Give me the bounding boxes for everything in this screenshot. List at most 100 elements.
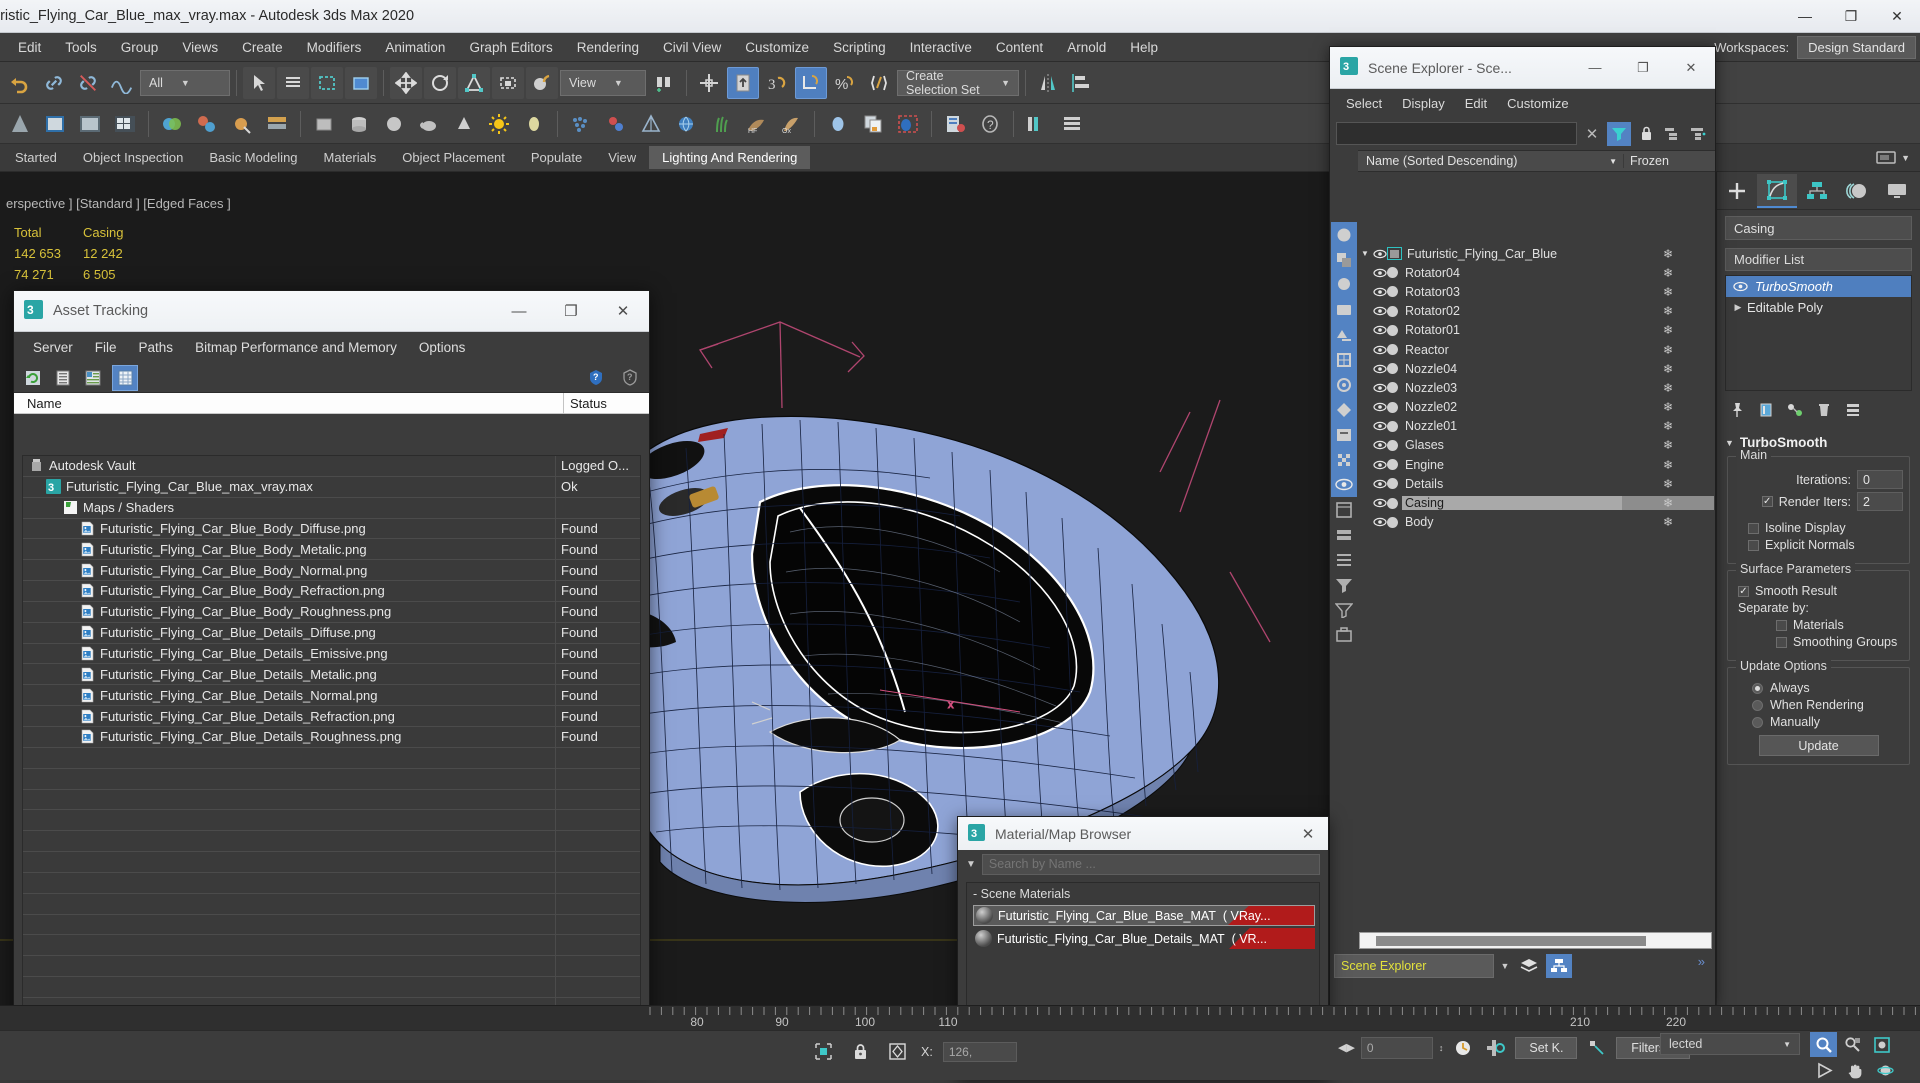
asset-row[interactable]: Futuristic_Flying_Car_Blue_Details_Norma…	[23, 685, 640, 707]
menu-item-scripting[interactable]: Scripting	[821, 36, 898, 59]
at-menu-paths[interactable]: Paths	[128, 336, 185, 359]
tab-display[interactable]	[1877, 174, 1917, 208]
show-end-result-icon[interactable]	[1754, 398, 1778, 422]
absolute-relative-mode-icon[interactable]	[884, 1039, 911, 1064]
explorer-name-field[interactable]: Scene Explorer	[1334, 954, 1494, 978]
explicit-normals-checkbox[interactable]	[1748, 539, 1759, 551]
selected-object-name[interactable]: Casing	[1725, 216, 1912, 240]
vray-render-region-icon[interactable]	[892, 108, 924, 140]
minimize-button[interactable]: —	[1782, 0, 1828, 33]
pin-stack-icon[interactable]	[1725, 398, 1749, 422]
prev-next-frame-icon[interactable]: ◀▶	[1338, 1041, 1355, 1054]
eye-icon[interactable]	[1372, 515, 1387, 529]
lock-icon[interactable]	[1635, 123, 1657, 145]
ribbon-tab-view[interactable]: View	[595, 146, 649, 169]
material-item[interactable]: Futuristic_Flying_Car_Blue_Base_MAT ( VR…	[973, 905, 1315, 926]
object-color-swatch[interactable]	[1387, 324, 1398, 336]
eye-icon[interactable]	[1729, 281, 1751, 292]
tab-create[interactable]	[1717, 174, 1757, 208]
material-preview-swatch[interactable]	[976, 907, 993, 924]
se-menu-edit[interactable]: Edit	[1455, 93, 1497, 114]
scene-object-row[interactable]: Casing ❄	[1358, 493, 1714, 512]
snaps-align-icon[interactable]	[693, 67, 725, 99]
space-warp-icon[interactable]	[600, 108, 632, 140]
update-option-manually[interactable]: Manually	[1734, 715, 1903, 729]
percent-snap-icon[interactable]	[795, 66, 827, 99]
toggle-ribbon-icon[interactable]	[1021, 108, 1053, 140]
chevron-down-icon[interactable]: ▼	[1783, 1040, 1791, 1049]
material-picker-icon[interactable]	[226, 108, 258, 140]
eye-icon[interactable]	[1372, 266, 1387, 280]
cylinder-primitive-icon[interactable]	[343, 108, 375, 140]
scene-object-row[interactable]: Rotator04 ❄	[1358, 263, 1714, 282]
display-containers-icon[interactable]	[1331, 497, 1357, 522]
explicit-normals-row[interactable]: Explicit Normals	[1734, 538, 1903, 552]
clear-search-icon[interactable]: ✕	[1581, 123, 1603, 145]
scene-object-row[interactable]: Nozzle04 ❄	[1358, 359, 1714, 378]
ribbon-tab-object-placement[interactable]: Object Placement	[389, 146, 518, 169]
display-geometry-icon[interactable]	[1331, 247, 1357, 272]
at-menu-file[interactable]: File	[84, 336, 128, 359]
se-menu-display[interactable]: Display	[1392, 93, 1455, 114]
scene-explorer-search-input[interactable]	[1336, 122, 1577, 145]
display-all-icon[interactable]	[1331, 222, 1357, 247]
stack-item-turbosmooth[interactable]: TurboSmooth	[1726, 276, 1911, 297]
ornatrix-icon[interactable]: Ox	[775, 108, 807, 140]
expand-all-icon[interactable]	[1687, 123, 1709, 145]
object-color-swatch[interactable]	[1387, 439, 1398, 451]
update-button[interactable]: Update	[1758, 735, 1879, 756]
se-minimize-button[interactable]: —	[1571, 47, 1619, 89]
make-unique-icon[interactable]	[1783, 398, 1807, 422]
tab-modify[interactable]	[1757, 173, 1797, 208]
menu-item-modifiers[interactable]: Modifiers	[295, 36, 374, 59]
spinner-snap-icon[interactable]: %	[829, 67, 861, 99]
x-coord-field[interactable]: 126,	[942, 1041, 1017, 1062]
asset-row[interactable]: Futuristic_Flying_Car_Blue_Details_Rough…	[23, 726, 640, 748]
se-menu-customize[interactable]: Customize	[1497, 93, 1578, 114]
layer-manager-icon[interactable]	[261, 108, 293, 140]
orbit-icon[interactable]	[1872, 1058, 1899, 1083]
stack-item-editable-poly[interactable]: ▶ Editable Poly	[1726, 297, 1911, 318]
manually-radio[interactable]	[1752, 716, 1763, 728]
eye-icon[interactable]	[1372, 323, 1387, 337]
cone-primitive-icon[interactable]	[448, 108, 480, 140]
scrollbar-thumb[interactable]	[1376, 936, 1646, 946]
spinner-icon[interactable]: ↕	[1439, 1043, 1444, 1053]
workspaces-dropdown[interactable]: Design Standard	[1797, 35, 1916, 59]
help-outline-icon[interactable]: ?	[619, 367, 641, 389]
asset-tracking-table[interactable]: Autodesk Vault Logged O... 3 Futuristic_Fly…	[22, 455, 641, 1014]
chevron-down-icon[interactable]: ▼	[1498, 954, 1512, 978]
layers-icon[interactable]	[1516, 954, 1542, 978]
visibility-eye-icon[interactable]	[1331, 472, 1357, 497]
object-color-swatch[interactable]	[1387, 267, 1398, 279]
scene-object-row[interactable]: Details ❄	[1358, 474, 1714, 493]
menu-item-views[interactable]: Views	[170, 36, 230, 59]
isoline-display-checkbox[interactable]	[1748, 522, 1759, 534]
asset-row[interactable]: Futuristic_Flying_Car_Blue_Details_Diffu…	[23, 622, 640, 644]
align-icon[interactable]	[1066, 67, 1098, 99]
object-color-swatch[interactable]	[1387, 286, 1398, 298]
render-setup-icon[interactable]	[39, 108, 71, 140]
scene-explorer-toggle-icon[interactable]	[1056, 108, 1088, 140]
select-by-name-icon[interactable]	[277, 66, 309, 99]
environment-icon[interactable]	[670, 108, 702, 140]
render-production-icon[interactable]	[109, 108, 141, 140]
material-explorer-icon[interactable]	[191, 108, 223, 140]
object-color-swatch[interactable]	[1387, 382, 1398, 394]
select-and-manipulate-icon[interactable]	[526, 66, 558, 99]
object-color-swatch[interactable]	[1387, 344, 1398, 356]
eye-icon[interactable]	[1372, 247, 1387, 261]
ribbon-display-dropdown[interactable]: ▼	[1875, 150, 1910, 166]
reference-coordinate-system-dropdown[interactable]: View ▼	[560, 69, 646, 96]
display-list-icon[interactable]	[1331, 547, 1357, 572]
render-iters-checkbox[interactable]: ✓	[1761, 496, 1773, 507]
material-browser-close-button[interactable]: ✕	[1288, 817, 1328, 850]
scene-explorer-window[interactable]: 3 Scene Explorer - Sce... — ❐ ✕ Select D…	[1329, 46, 1716, 1006]
display-cameras-icon[interactable]	[1331, 322, 1357, 347]
filter-funnel-alt-icon[interactable]	[1331, 597, 1357, 622]
materials-checkbox[interactable]	[1776, 619, 1787, 631]
ribbon-tab-materials[interactable]: Materials	[311, 146, 390, 169]
close-button[interactable]: ✕	[1874, 0, 1920, 33]
configure-sets-icon[interactable]	[1841, 398, 1865, 422]
field-of-view-icon[interactable]	[1812, 1058, 1839, 1083]
